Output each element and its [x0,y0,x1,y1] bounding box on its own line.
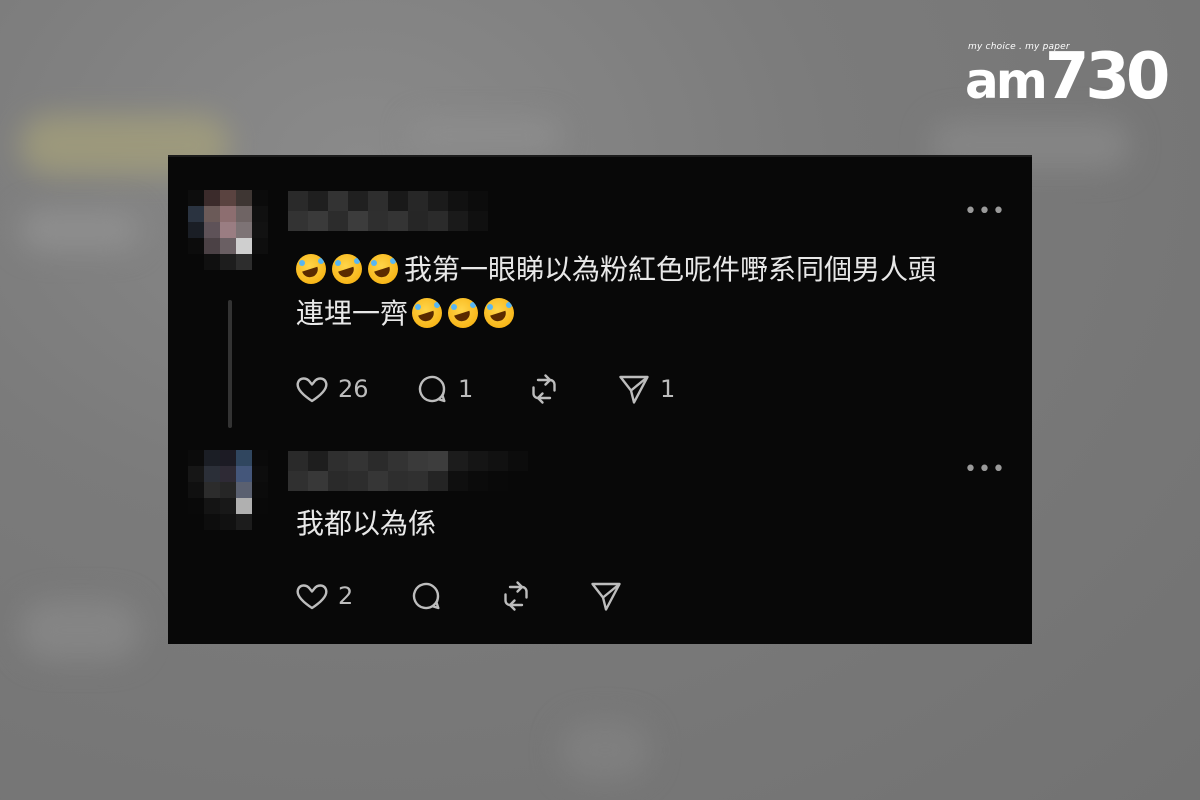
share-count: 1 [660,375,676,403]
avatar[interactable] [188,450,268,530]
username-redacted[interactable] [288,451,528,491]
rolling-laughing-emoji-icon [484,298,515,328]
username-redacted[interactable] [288,191,488,231]
comment-icon [418,375,446,403]
post-text: 我第一眼睇以為粉紅色呢件嘢系同個男人頭 連埋一齊 [296,248,1016,336]
thread-connector [228,300,232,428]
comment-icon [412,582,440,610]
rolling-laughing-emoji-icon [332,254,362,284]
reply-text: 我都以為係 [296,507,437,540]
share-button[interactable]: 1 [616,371,675,407]
rolling-laughing-emoji-icon [448,298,479,328]
post-actions: 26 1 1 [294,371,675,407]
more-options-icon[interactable]: ••• [964,201,1006,223]
rolling-laughing-emoji-icon [296,254,326,284]
share-icon [619,375,649,404]
am730-logo: my choice . my paper am730 [965,40,1170,112]
like-button[interactable]: 26 [294,371,414,407]
repost-icon [504,581,528,611]
share-button[interactable] [588,578,624,614]
rolling-laughing-emoji-icon [412,298,443,328]
like-count: 2 [338,582,354,610]
reply-count: 1 [458,375,474,403]
reply-button[interactable] [408,578,498,614]
share-icon [591,582,621,611]
repost-icon [532,374,556,404]
like-button[interactable]: 2 [294,578,408,614]
repost-button[interactable] [526,371,616,407]
more-options-icon[interactable]: ••• [964,459,1006,481]
thread-card: ••• 我第一眼睇以為粉紅色呢件嘢系同個男人頭 連埋一齊 26 1 1 ••• … [168,155,1032,644]
post-text-line2: 連埋一齊 [296,297,409,330]
rolling-laughing-emoji-icon [368,254,398,284]
repost-button[interactable] [498,578,588,614]
post-text-line1: 我第一眼睇以為粉紅色呢件嘢系同個男人頭 [404,253,937,286]
avatar[interactable] [188,190,268,270]
reply-actions: 2 [294,578,624,614]
reply-button[interactable]: 1 [414,371,526,407]
logo-brand-prefix: am [965,52,1048,110]
logo-brand-number: 730 [1044,40,1171,114]
heart-icon [296,377,328,403]
heart-icon [296,584,328,610]
like-count: 26 [338,375,369,403]
